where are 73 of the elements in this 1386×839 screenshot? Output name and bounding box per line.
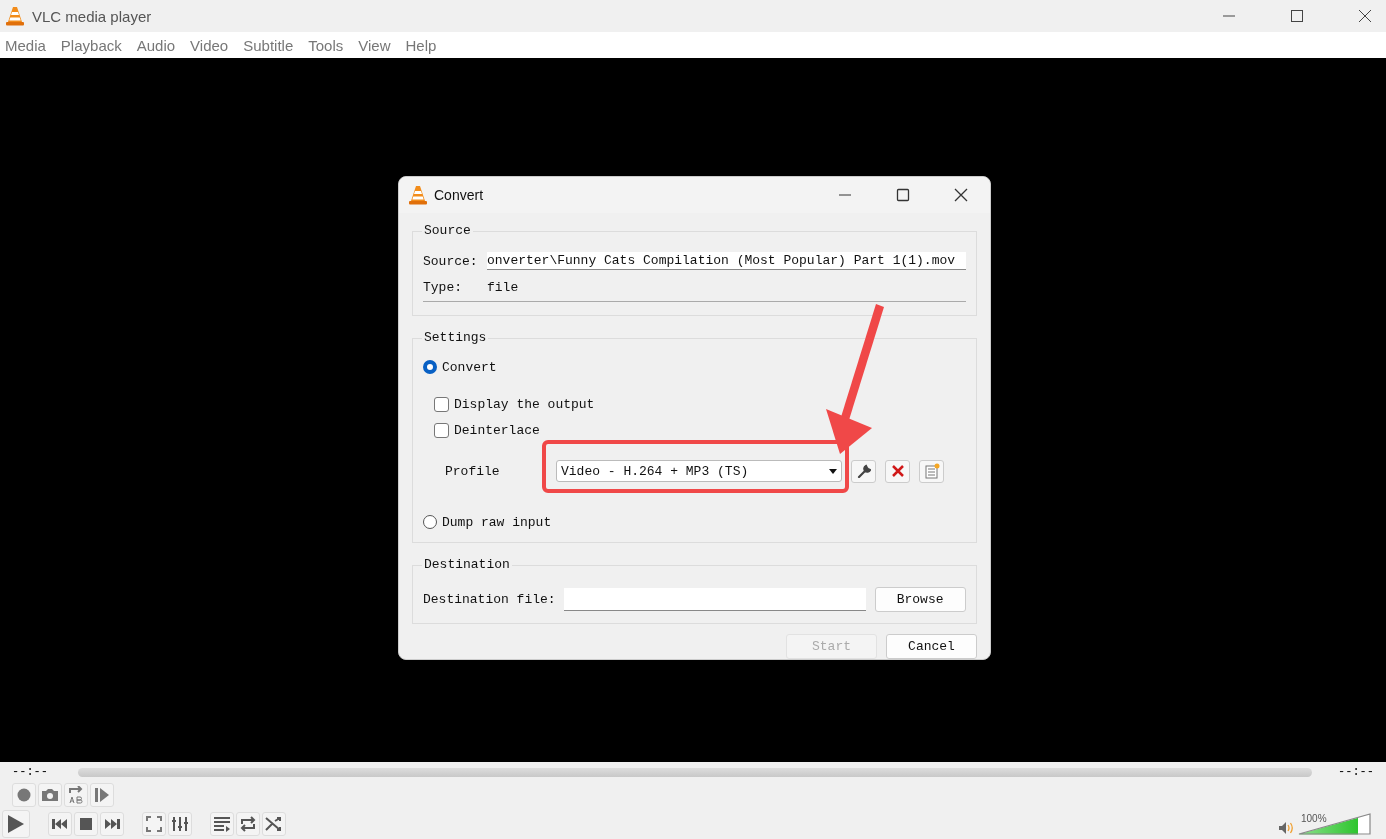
close-icon[interactable] [1358, 9, 1372, 23]
frame-step-button[interactable] [90, 783, 114, 807]
fullscreen-icon [146, 815, 162, 832]
fullscreen-button[interactable] [142, 811, 166, 836]
playlist-button[interactable] [210, 811, 234, 836]
profile-dropdown[interactable]: Video - H.264 + MP3 (TS) [556, 460, 842, 482]
shuffle-icon [265, 815, 283, 832]
menu-item[interactable]: Tools [308, 36, 357, 54]
loop-icon [239, 815, 257, 832]
frame-step-icon [94, 787, 110, 803]
loop-ab-icon [68, 786, 84, 804]
destination-field[interactable] [563, 587, 866, 611]
cone-icon [6, 6, 24, 26]
list-icon [923, 463, 940, 479]
radio-button[interactable] [423, 515, 437, 529]
menu-item[interactable]: Help [405, 36, 450, 54]
equalizer-button[interactable] [168, 811, 192, 836]
shuffle-button[interactable] [262, 811, 286, 836]
menu-item[interactable]: View [358, 36, 404, 54]
source-label: Source: [423, 253, 479, 269]
checkbox[interactable] [434, 396, 449, 412]
window-title: VLC media player [32, 7, 152, 25]
source-field[interactable]: onverter\Funny Cats Compilation (Most Popular) Part 1(1).mov [487, 252, 966, 270]
caret-icon [829, 468, 837, 474]
delete-icon [890, 464, 905, 478]
browse-button[interactable]: Browse [874, 586, 966, 612]
stop-icon [79, 816, 93, 831]
dialog-button[interactable]: Cancel [886, 634, 977, 659]
checkbox-label: Deinterlace [454, 422, 540, 438]
radio-button[interactable] [423, 360, 437, 374]
playlist-icon [213, 815, 231, 832]
menu-item[interactable]: Media [5, 36, 59, 54]
radio-label: Convert [442, 359, 497, 375]
close-icon[interactable] [954, 188, 968, 202]
radio-label: Dump raw input [442, 514, 552, 530]
group-title: Settings [423, 330, 488, 346]
cone-icon [409, 185, 427, 205]
record-icon [17, 788, 31, 802]
next-icon [104, 817, 120, 830]
play-icon [7, 813, 25, 834]
checkbox[interactable] [434, 422, 449, 438]
loop-ab-button[interactable] [64, 783, 88, 807]
previous-icon [52, 817, 68, 830]
record-button[interactable] [12, 783, 36, 807]
menu-item[interactable]: Audio [136, 36, 189, 54]
elapsed-time: --:-- [12, 765, 49, 779]
group-title: Destination [423, 557, 511, 573]
maximize-icon[interactable] [896, 188, 910, 202]
checkbox-label: Display the output [454, 396, 595, 412]
play-button[interactable] [2, 809, 30, 838]
next-button[interactable] [100, 811, 124, 836]
loop-button[interactable] [236, 811, 260, 836]
equalizer-icon [171, 815, 189, 832]
snapshot-icon [41, 788, 59, 802]
wrench-icon [856, 464, 871, 478]
menu-item[interactable]: Subtitle [243, 36, 307, 54]
volume-reading: 100% [1301, 812, 1327, 824]
delete-profile-button[interactable] [885, 459, 910, 483]
type-label: Type: [423, 279, 463, 295]
maximize-icon[interactable] [1290, 9, 1304, 23]
profile-label: Profile [445, 463, 501, 479]
menu-item[interactable]: Playback [60, 36, 135, 54]
remaining-time: --:-- [1338, 765, 1374, 779]
edit-profile-button[interactable] [851, 459, 876, 483]
group-title: Source [423, 223, 472, 239]
speaker-icon[interactable] [1278, 820, 1294, 835]
stop-button[interactable] [74, 811, 98, 836]
menu-item[interactable]: Video [190, 36, 242, 54]
dialog-title: Convert [434, 187, 484, 203]
previous-button[interactable] [48, 811, 72, 836]
destination-label: Destination file: [423, 591, 556, 607]
snapshot-button[interactable] [38, 783, 62, 807]
type-value: file [487, 279, 519, 295]
